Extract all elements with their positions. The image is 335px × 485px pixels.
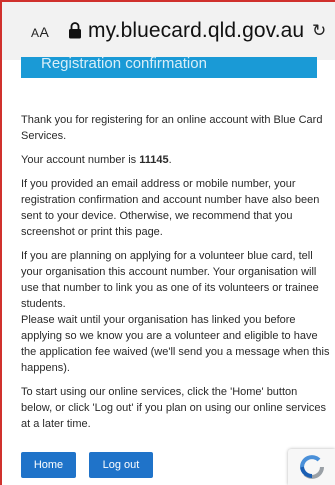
account-prefix: Your account number is — [21, 154, 140, 166]
start-note: To start using our online services, clic… — [21, 386, 327, 430]
account-number: 11145 — [139, 154, 169, 166]
recaptcha-badge[interactable] — [288, 449, 335, 485]
wait-note: Please wait until your organisation has … — [21, 314, 330, 374]
account-number-line: Your account number is 11145. — [21, 152, 331, 168]
intro-text: Thank you for registering for an online … — [21, 114, 323, 142]
text-size-large: A — [39, 24, 50, 40]
page-banner: Registration confirmation — [21, 57, 317, 78]
volunteer-note: If you are planning on applying for a vo… — [21, 250, 319, 310]
home-button[interactable]: Home — [21, 452, 76, 478]
text-size-button[interactable]: AA — [31, 24, 49, 40]
lock-icon — [69, 22, 81, 39]
url-text[interactable]: my.bluecard.qld.gov.au — [88, 19, 304, 43]
account-suffix: . — [168, 154, 172, 166]
logout-button[interactable]: Log out — [89, 452, 153, 478]
reload-icon[interactable]: ↻ — [312, 21, 326, 41]
email-note: If you provided an email address or mobi… — [21, 178, 320, 238]
browser-address-bar: AA my.bluecard.qld.gov.au ↻ — [2, 2, 335, 60]
text-size-small: A — [31, 26, 40, 40]
recaptcha-icon — [300, 455, 324, 479]
confirmation-content: Thank you for registering for an online … — [21, 112, 331, 440]
page-title: Registration confirmation — [41, 57, 207, 72]
